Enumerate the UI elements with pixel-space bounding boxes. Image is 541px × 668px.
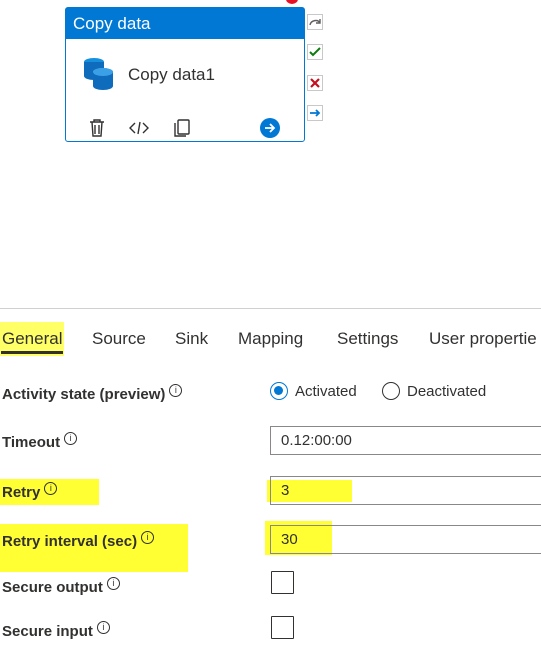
activated-radio-label[interactable]: Activated	[295, 383, 357, 400]
timeout-label: Timeout i	[2, 432, 78, 451]
secure-output-label: Secure output i	[2, 577, 120, 596]
secure-input-checkbox[interactable]	[271, 616, 294, 639]
retry-label: Retry i	[2, 482, 58, 501]
activity-header: Copy data	[66, 8, 304, 39]
activated-radio[interactable]	[270, 382, 288, 400]
properties-tabs: General Source Sink Mapping Settings Use…	[0, 322, 541, 356]
retry-input[interactable]: 3	[270, 476, 541, 505]
secure-input-label: Secure input i	[2, 621, 110, 640]
delete-icon[interactable]	[86, 117, 108, 139]
timeout-input[interactable]: 0.12:00:00	[270, 426, 541, 455]
panel-divider	[0, 308, 541, 309]
tab-sink[interactable]: Sink	[175, 322, 208, 356]
failure-x-icon[interactable]	[307, 75, 323, 91]
info-icon[interactable]: i	[44, 482, 58, 495]
info-icon[interactable]: i	[106, 577, 120, 590]
tab-mapping[interactable]: Mapping	[238, 322, 303, 356]
completion-arrow-icon[interactable]	[307, 105, 323, 121]
active-tab-indicator	[1, 351, 63, 354]
tab-user-properties[interactable]: User propertie	[429, 322, 537, 356]
code-icon[interactable]	[128, 117, 150, 139]
info-icon[interactable]: i	[169, 384, 183, 397]
tab-settings[interactable]: Settings	[337, 322, 398, 356]
info-icon[interactable]: i	[141, 531, 155, 544]
retry-interval-input[interactable]: 30	[270, 525, 541, 554]
deactivated-radio[interactable]	[382, 382, 400, 400]
error-indicator-icon	[286, 0, 298, 4]
pipeline-canvas[interactable]: Copy data Copy data1	[0, 0, 541, 308]
secure-output-checkbox[interactable]	[271, 571, 294, 594]
retry-interval-label: Retry interval (sec) i	[2, 531, 155, 550]
deactivated-radio-label[interactable]: Deactivated	[407, 383, 486, 400]
success-check-icon[interactable]	[307, 44, 323, 60]
tab-source[interactable]: Source	[92, 322, 146, 356]
skip-arrow-icon[interactable]	[307, 14, 323, 30]
database-icon	[84, 58, 113, 90]
activity-name: Copy data1	[128, 65, 215, 84]
copy-data-activity[interactable]: Copy data Copy data1	[65, 7, 305, 142]
info-icon[interactable]: i	[96, 621, 110, 634]
arrow-right-circle-icon[interactable]	[259, 117, 281, 139]
info-icon[interactable]: i	[64, 432, 78, 445]
activity-state-label: Activity state (preview) i	[2, 384, 183, 403]
copy-icon[interactable]	[171, 117, 193, 139]
